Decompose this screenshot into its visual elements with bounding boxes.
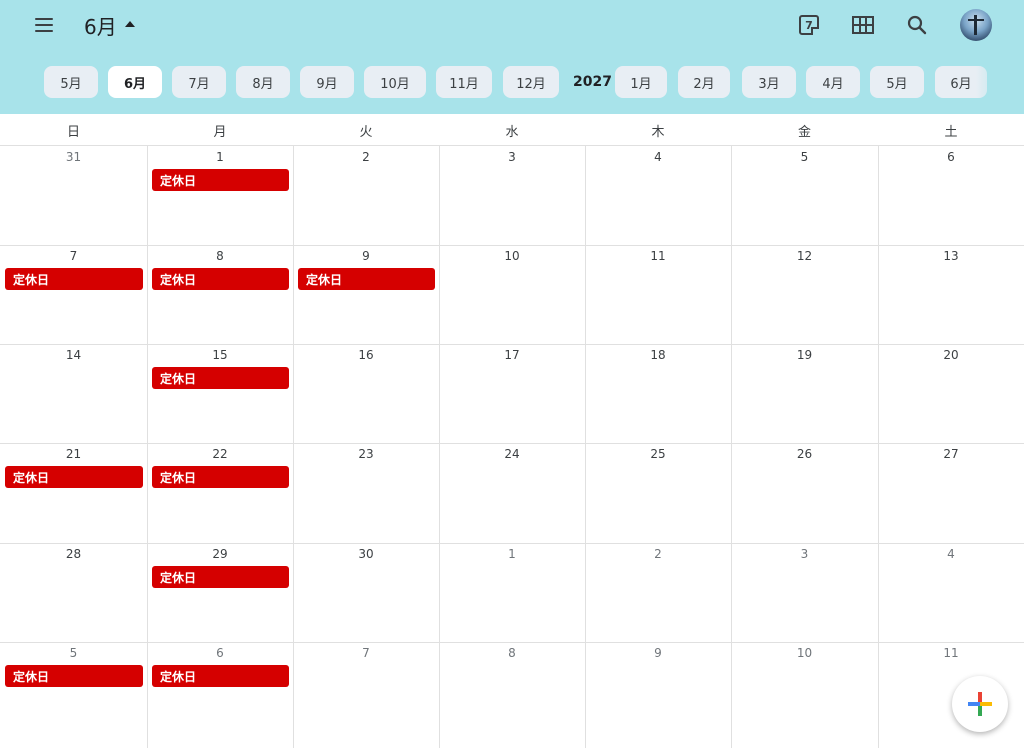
month-chip[interactable]: 9月 xyxy=(300,66,354,98)
event-chip[interactable]: 定休日 xyxy=(5,466,143,488)
day-number: 26 xyxy=(796,447,813,461)
day-number: 15 xyxy=(212,348,228,362)
weekday-label: 火 xyxy=(359,124,373,140)
today-button[interactable]: 7 xyxy=(794,10,824,40)
day-number: 19 xyxy=(796,348,813,362)
day-number: 16 xyxy=(358,348,374,362)
event-chip[interactable]: 定休日 xyxy=(152,268,289,290)
day-number: 5 xyxy=(800,150,809,164)
view-switch-button[interactable] xyxy=(848,10,878,40)
day-number: 9 xyxy=(362,249,370,263)
event-chip[interactable]: 定休日 xyxy=(298,268,435,290)
day-number: 28 xyxy=(65,547,82,561)
month-title: 6月 xyxy=(84,14,117,39)
day-number: 25 xyxy=(650,447,666,461)
month-chip[interactable]: 2月 xyxy=(678,66,730,98)
day-number: 4 xyxy=(947,547,955,561)
weekday-label: 月 xyxy=(213,124,227,140)
day-number: 4 xyxy=(654,150,662,164)
month-chip[interactable]: 3月 xyxy=(742,66,796,98)
day-number: 14 xyxy=(65,348,82,362)
month-chip[interactable]: 6月 xyxy=(935,66,987,98)
calendar-today-icon: 7 xyxy=(799,15,819,35)
day-number: 7 xyxy=(362,646,370,660)
month-chip[interactable]: 10月 xyxy=(364,66,426,98)
month-chip[interactable]: 4月 xyxy=(806,66,860,98)
weekday-label: 金 xyxy=(797,124,811,140)
day-number: 30 xyxy=(358,547,374,561)
avatar[interactable] xyxy=(960,9,992,41)
month-chip[interactable]: 1月 xyxy=(615,66,667,98)
day-number: 6 xyxy=(947,150,955,164)
day-number: 11 xyxy=(943,646,959,660)
day-number: 12 xyxy=(796,249,813,263)
day-number: 3 xyxy=(800,547,809,561)
year-label: 2027 xyxy=(573,74,612,90)
event-chip[interactable]: 定休日 xyxy=(152,367,289,389)
month-chip[interactable]: 5月 xyxy=(44,66,98,98)
weekday-label: 水 xyxy=(505,124,519,140)
day-number: 31 xyxy=(65,150,82,164)
day-number: 11 xyxy=(650,249,666,263)
day-number: 8 xyxy=(508,646,516,660)
month-selector[interactable]: 6月 xyxy=(84,10,135,40)
day-number: 27 xyxy=(943,447,959,461)
event-chip[interactable]: 定休日 xyxy=(152,169,289,191)
search-button[interactable] xyxy=(902,10,932,40)
day-number: 22 xyxy=(212,447,228,461)
day-number: 3 xyxy=(508,150,516,164)
day-number: 29 xyxy=(212,547,228,561)
grid-view-icon xyxy=(852,16,874,34)
month-chip[interactable]: 6月 xyxy=(108,66,162,98)
event-chip[interactable]: 定休日 xyxy=(152,665,289,687)
weekday-label: 日 xyxy=(66,124,80,140)
event-chip[interactable]: 定休日 xyxy=(152,466,289,488)
day-number: 21 xyxy=(65,447,82,461)
search-icon xyxy=(907,15,927,35)
day-number: 5 xyxy=(69,646,78,660)
month-chip[interactable]: 5月 xyxy=(870,66,924,98)
today-day-number: 7 xyxy=(805,18,813,32)
day-number: 8 xyxy=(216,249,224,263)
hamburger-menu-icon[interactable] xyxy=(26,10,62,40)
month-chip[interactable]: 12月 xyxy=(503,66,559,98)
weekday-label: 木 xyxy=(651,124,665,140)
day-number: 9 xyxy=(654,646,662,660)
app-header: 6月 7 5月 6月 7月 8月 9月 10月 11月 12月 2027 1月 2月 3月 4月 5月 6月 xyxy=(0,0,1024,114)
weekday-label: 土 xyxy=(944,124,958,140)
event-chip[interactable]: 定休日 xyxy=(5,665,143,687)
month-chip-bar: 5月 6月 7月 8月 9月 10月 11月 12月 2027 1月 2月 3月 4月 5月 6月 xyxy=(0,66,1024,98)
day-number: 20 xyxy=(943,348,959,362)
day-number: 1 xyxy=(216,150,224,164)
caret-up-icon xyxy=(124,21,135,27)
day-number: 6 xyxy=(216,646,224,660)
event-chip[interactable]: 定休日 xyxy=(5,268,143,290)
month-grid: 31 1 定休日 2 3 4 5 6 7 定休日 8 定休日 9 定休日 10 11 12 13 14 15 定休日 16… xyxy=(0,146,1024,748)
create-event-button[interactable] xyxy=(952,676,1008,732)
day-number: 23 xyxy=(358,447,374,461)
day-number: 10 xyxy=(504,249,520,263)
day-number: 10 xyxy=(796,646,813,660)
month-chip[interactable]: 7月 xyxy=(172,66,226,98)
day-number: 18 xyxy=(650,348,666,362)
day-number: 13 xyxy=(943,249,959,263)
day-number: 7 xyxy=(69,249,78,263)
day-number: 2 xyxy=(362,150,370,164)
weekday-header: 日月火水木金土 xyxy=(0,114,1024,146)
day-number: 1 xyxy=(508,547,516,561)
day-number: 2 xyxy=(654,547,662,561)
event-chip[interactable]: 定休日 xyxy=(152,566,289,588)
day-number: 24 xyxy=(504,447,520,461)
month-chip[interactable]: 11月 xyxy=(436,66,492,98)
month-chip[interactable]: 8月 xyxy=(236,66,290,98)
day-number: 17 xyxy=(504,348,520,362)
